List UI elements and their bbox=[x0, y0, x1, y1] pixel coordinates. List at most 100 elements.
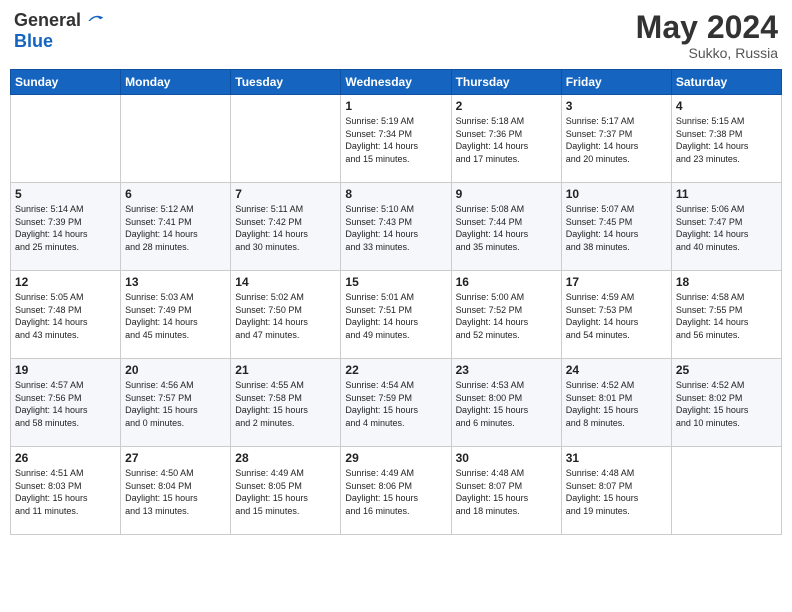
header-friday: Friday bbox=[561, 70, 671, 95]
calendar-cell: 12Sunrise: 5:05 AM Sunset: 7:48 PM Dayli… bbox=[11, 271, 121, 359]
day-number: 10 bbox=[566, 187, 667, 201]
logo-blue: Blue bbox=[14, 31, 53, 52]
week-row-1: 1Sunrise: 5:19 AM Sunset: 7:34 PM Daylig… bbox=[11, 95, 782, 183]
day-info: Sunrise: 4:52 AM Sunset: 8:02 PM Dayligh… bbox=[676, 379, 777, 429]
week-row-3: 12Sunrise: 5:05 AM Sunset: 7:48 PM Dayli… bbox=[11, 271, 782, 359]
calendar-cell bbox=[231, 95, 341, 183]
day-info: Sunrise: 5:14 AM Sunset: 7:39 PM Dayligh… bbox=[15, 203, 116, 253]
calendar-cell: 6 Sunrise: 5:12 AM Sunset: 7:41 PM Daylig… bbox=[121, 183, 231, 271]
day-info: Sunrise: 4:54 AM Sunset: 7:59 PM Dayligh… bbox=[345, 379, 446, 429]
day-info: Sunrise: 5:05 AM Sunset: 7:48 PM Dayligh… bbox=[15, 291, 116, 341]
day-info: Sunrise: 5:07 AM Sunset: 7:45 PM Dayligh… bbox=[566, 203, 667, 253]
day-info: Sunrise: 5:17 AM Sunset: 7:37 PM Dayligh… bbox=[566, 115, 667, 165]
day-number: 23 bbox=[456, 363, 557, 377]
day-number: 2 bbox=[456, 99, 557, 113]
location-subtitle: Sukko, Russia bbox=[636, 45, 778, 61]
day-number: 16 bbox=[456, 275, 557, 289]
calendar-cell bbox=[11, 95, 121, 183]
calendar-cell: 23 Sunrise: 4:53 AM Sunset: 8:00 PM Dayli… bbox=[451, 359, 561, 447]
calendar-cell bbox=[671, 447, 781, 535]
title-section: May 2024 Sukko, Russia bbox=[636, 10, 778, 61]
calendar-cell: 29 Sunrise: 4:49 AM Sunset: 8:06 PM Dayli… bbox=[341, 447, 451, 535]
logo-general: General bbox=[14, 10, 81, 31]
calendar-cell: 2Sunrise: 5:18 AM Sunset: 7:36 PM Daylig… bbox=[451, 95, 561, 183]
calendar-cell: 13Sunrise: 5:03 AM Sunset: 7:49 PM Dayli… bbox=[121, 271, 231, 359]
header-sunday: Sunday bbox=[11, 70, 121, 95]
calendar-cell: 11Sunrise: 5:06 AM Sunset: 7:47 PM Dayli… bbox=[671, 183, 781, 271]
calendar-cell: 15Sunrise: 5:01 AM Sunset: 7:51 PM Dayli… bbox=[341, 271, 451, 359]
day-info: Sunrise: 5:15 AM Sunset: 7:38 PM Dayligh… bbox=[676, 115, 777, 165]
day-info: Sunrise: 4:50 AM Sunset: 8:04 PM Dayligh… bbox=[125, 467, 226, 517]
calendar-cell: 20 Sunrise: 4:56 AM Sunset: 7:57 PM Dayli… bbox=[121, 359, 231, 447]
day-info: Sunrise: 4:49 AM Sunset: 8:06 PM Dayligh… bbox=[345, 467, 446, 517]
day-number: 22 bbox=[345, 363, 446, 377]
day-number: 26 bbox=[15, 451, 116, 465]
day-number: 9 bbox=[456, 187, 557, 201]
calendar-cell: 22 Sunrise: 4:54 AM Sunset: 7:59 PM Dayli… bbox=[341, 359, 451, 447]
day-number: 24 bbox=[566, 363, 667, 377]
calendar-cell: 5Sunrise: 5:14 AM Sunset: 7:39 PM Daylig… bbox=[11, 183, 121, 271]
week-row-5: 26 Sunrise: 4:51 AM Sunset: 8:03 PM Dayli… bbox=[11, 447, 782, 535]
day-number: 20 bbox=[125, 363, 226, 377]
calendar-cell: 17 Sunrise: 4:59 AM Sunset: 7:53 PM Dayli… bbox=[561, 271, 671, 359]
calendar-table: Sunday Monday Tuesday Wednesday Thursday… bbox=[10, 69, 782, 535]
calendar-cell: 30Sunrise: 4:48 AM Sunset: 8:07 PM Dayli… bbox=[451, 447, 561, 535]
calendar-cell: 21Sunrise: 4:55 AM Sunset: 7:58 PM Dayli… bbox=[231, 359, 341, 447]
day-info: Sunrise: 5:00 AM Sunset: 7:52 PM Dayligh… bbox=[456, 291, 557, 341]
calendar-cell: 14 Sunrise: 5:02 AM Sunset: 7:50 PM Dayli… bbox=[231, 271, 341, 359]
day-number: 4 bbox=[676, 99, 777, 113]
day-info: Sunrise: 4:48 AM Sunset: 8:07 PM Dayligh… bbox=[566, 467, 667, 517]
day-info: Sunrise: 5:01 AM Sunset: 7:51 PM Dayligh… bbox=[345, 291, 446, 341]
logo-text: General bbox=[14, 10, 105, 31]
calendar-cell: 9 Sunrise: 5:08 AM Sunset: 7:44 PM Daylig… bbox=[451, 183, 561, 271]
day-number: 29 bbox=[345, 451, 446, 465]
day-info: Sunrise: 5:08 AM Sunset: 7:44 PM Dayligh… bbox=[456, 203, 557, 253]
day-number: 8 bbox=[345, 187, 446, 201]
header-tuesday: Tuesday bbox=[231, 70, 341, 95]
calendar-cell: 19 Sunrise: 4:57 AM Sunset: 7:56 PM Dayli… bbox=[11, 359, 121, 447]
day-info: Sunrise: 5:03 AM Sunset: 7:49 PM Dayligh… bbox=[125, 291, 226, 341]
day-number: 14 bbox=[235, 275, 336, 289]
day-info: Sunrise: 5:11 AM Sunset: 7:42 PM Dayligh… bbox=[235, 203, 336, 253]
calendar-cell: 18Sunrise: 4:58 AM Sunset: 7:55 PM Dayli… bbox=[671, 271, 781, 359]
calendar-cell: 27Sunrise: 4:50 AM Sunset: 8:04 PM Dayli… bbox=[121, 447, 231, 535]
calendar-cell: 7 Sunrise: 5:11 AM Sunset: 7:42 PM Daylig… bbox=[231, 183, 341, 271]
day-info: Sunrise: 4:56 AM Sunset: 7:57 PM Dayligh… bbox=[125, 379, 226, 429]
calendar-cell: 4 Sunrise: 5:15 AM Sunset: 7:38 PM Daylig… bbox=[671, 95, 781, 183]
day-number: 28 bbox=[235, 451, 336, 465]
page: General Blue May 2024 Sukko, Russia Sund… bbox=[0, 0, 792, 612]
logo-icon bbox=[85, 11, 105, 31]
day-info: Sunrise: 4:57 AM Sunset: 7:56 PM Dayligh… bbox=[15, 379, 116, 429]
day-number: 31 bbox=[566, 451, 667, 465]
calendar-cell: 10 Sunrise: 5:07 AM Sunset: 7:45 PM Dayli… bbox=[561, 183, 671, 271]
calendar-cell: 31 Sunrise: 4:48 AM Sunset: 8:07 PM Dayli… bbox=[561, 447, 671, 535]
day-number: 18 bbox=[676, 275, 777, 289]
day-info: Sunrise: 5:02 AM Sunset: 7:50 PM Dayligh… bbox=[235, 291, 336, 341]
day-info: Sunrise: 4:51 AM Sunset: 8:03 PM Dayligh… bbox=[15, 467, 116, 517]
day-number: 19 bbox=[15, 363, 116, 377]
calendar-cell: 24 Sunrise: 4:52 AM Sunset: 8:01 PM Dayli… bbox=[561, 359, 671, 447]
calendar-cell: 8Sunrise: 5:10 AM Sunset: 7:43 PM Daylig… bbox=[341, 183, 451, 271]
calendar-cell: 1Sunrise: 5:19 AM Sunset: 7:34 PM Daylig… bbox=[341, 95, 451, 183]
day-number: 11 bbox=[676, 187, 777, 201]
calendar-cell: 25 Sunrise: 4:52 AM Sunset: 8:02 PM Dayli… bbox=[671, 359, 781, 447]
day-info: Sunrise: 5:12 AM Sunset: 7:41 PM Dayligh… bbox=[125, 203, 226, 253]
day-number: 17 bbox=[566, 275, 667, 289]
header-wednesday: Wednesday bbox=[341, 70, 451, 95]
day-info: Sunrise: 4:52 AM Sunset: 8:01 PM Dayligh… bbox=[566, 379, 667, 429]
day-info: Sunrise: 4:48 AM Sunset: 8:07 PM Dayligh… bbox=[456, 467, 557, 517]
week-row-2: 5Sunrise: 5:14 AM Sunset: 7:39 PM Daylig… bbox=[11, 183, 782, 271]
calendar-cell: 26 Sunrise: 4:51 AM Sunset: 8:03 PM Dayli… bbox=[11, 447, 121, 535]
day-number: 6 bbox=[125, 187, 226, 201]
day-number: 25 bbox=[676, 363, 777, 377]
day-info: Sunrise: 4:49 AM Sunset: 8:05 PM Dayligh… bbox=[235, 467, 336, 517]
calendar-cell: 3Sunrise: 5:17 AM Sunset: 7:37 PM Daylig… bbox=[561, 95, 671, 183]
week-row-4: 19 Sunrise: 4:57 AM Sunset: 7:56 PM Dayli… bbox=[11, 359, 782, 447]
day-info: Sunrise: 4:53 AM Sunset: 8:00 PM Dayligh… bbox=[456, 379, 557, 429]
day-info: Sunrise: 4:59 AM Sunset: 7:53 PM Dayligh… bbox=[566, 291, 667, 341]
header-monday: Monday bbox=[121, 70, 231, 95]
calendar-cell: 28 Sunrise: 4:49 AM Sunset: 8:05 PM Dayli… bbox=[231, 447, 341, 535]
day-number: 21 bbox=[235, 363, 336, 377]
calendar-cell bbox=[121, 95, 231, 183]
day-number: 7 bbox=[235, 187, 336, 201]
